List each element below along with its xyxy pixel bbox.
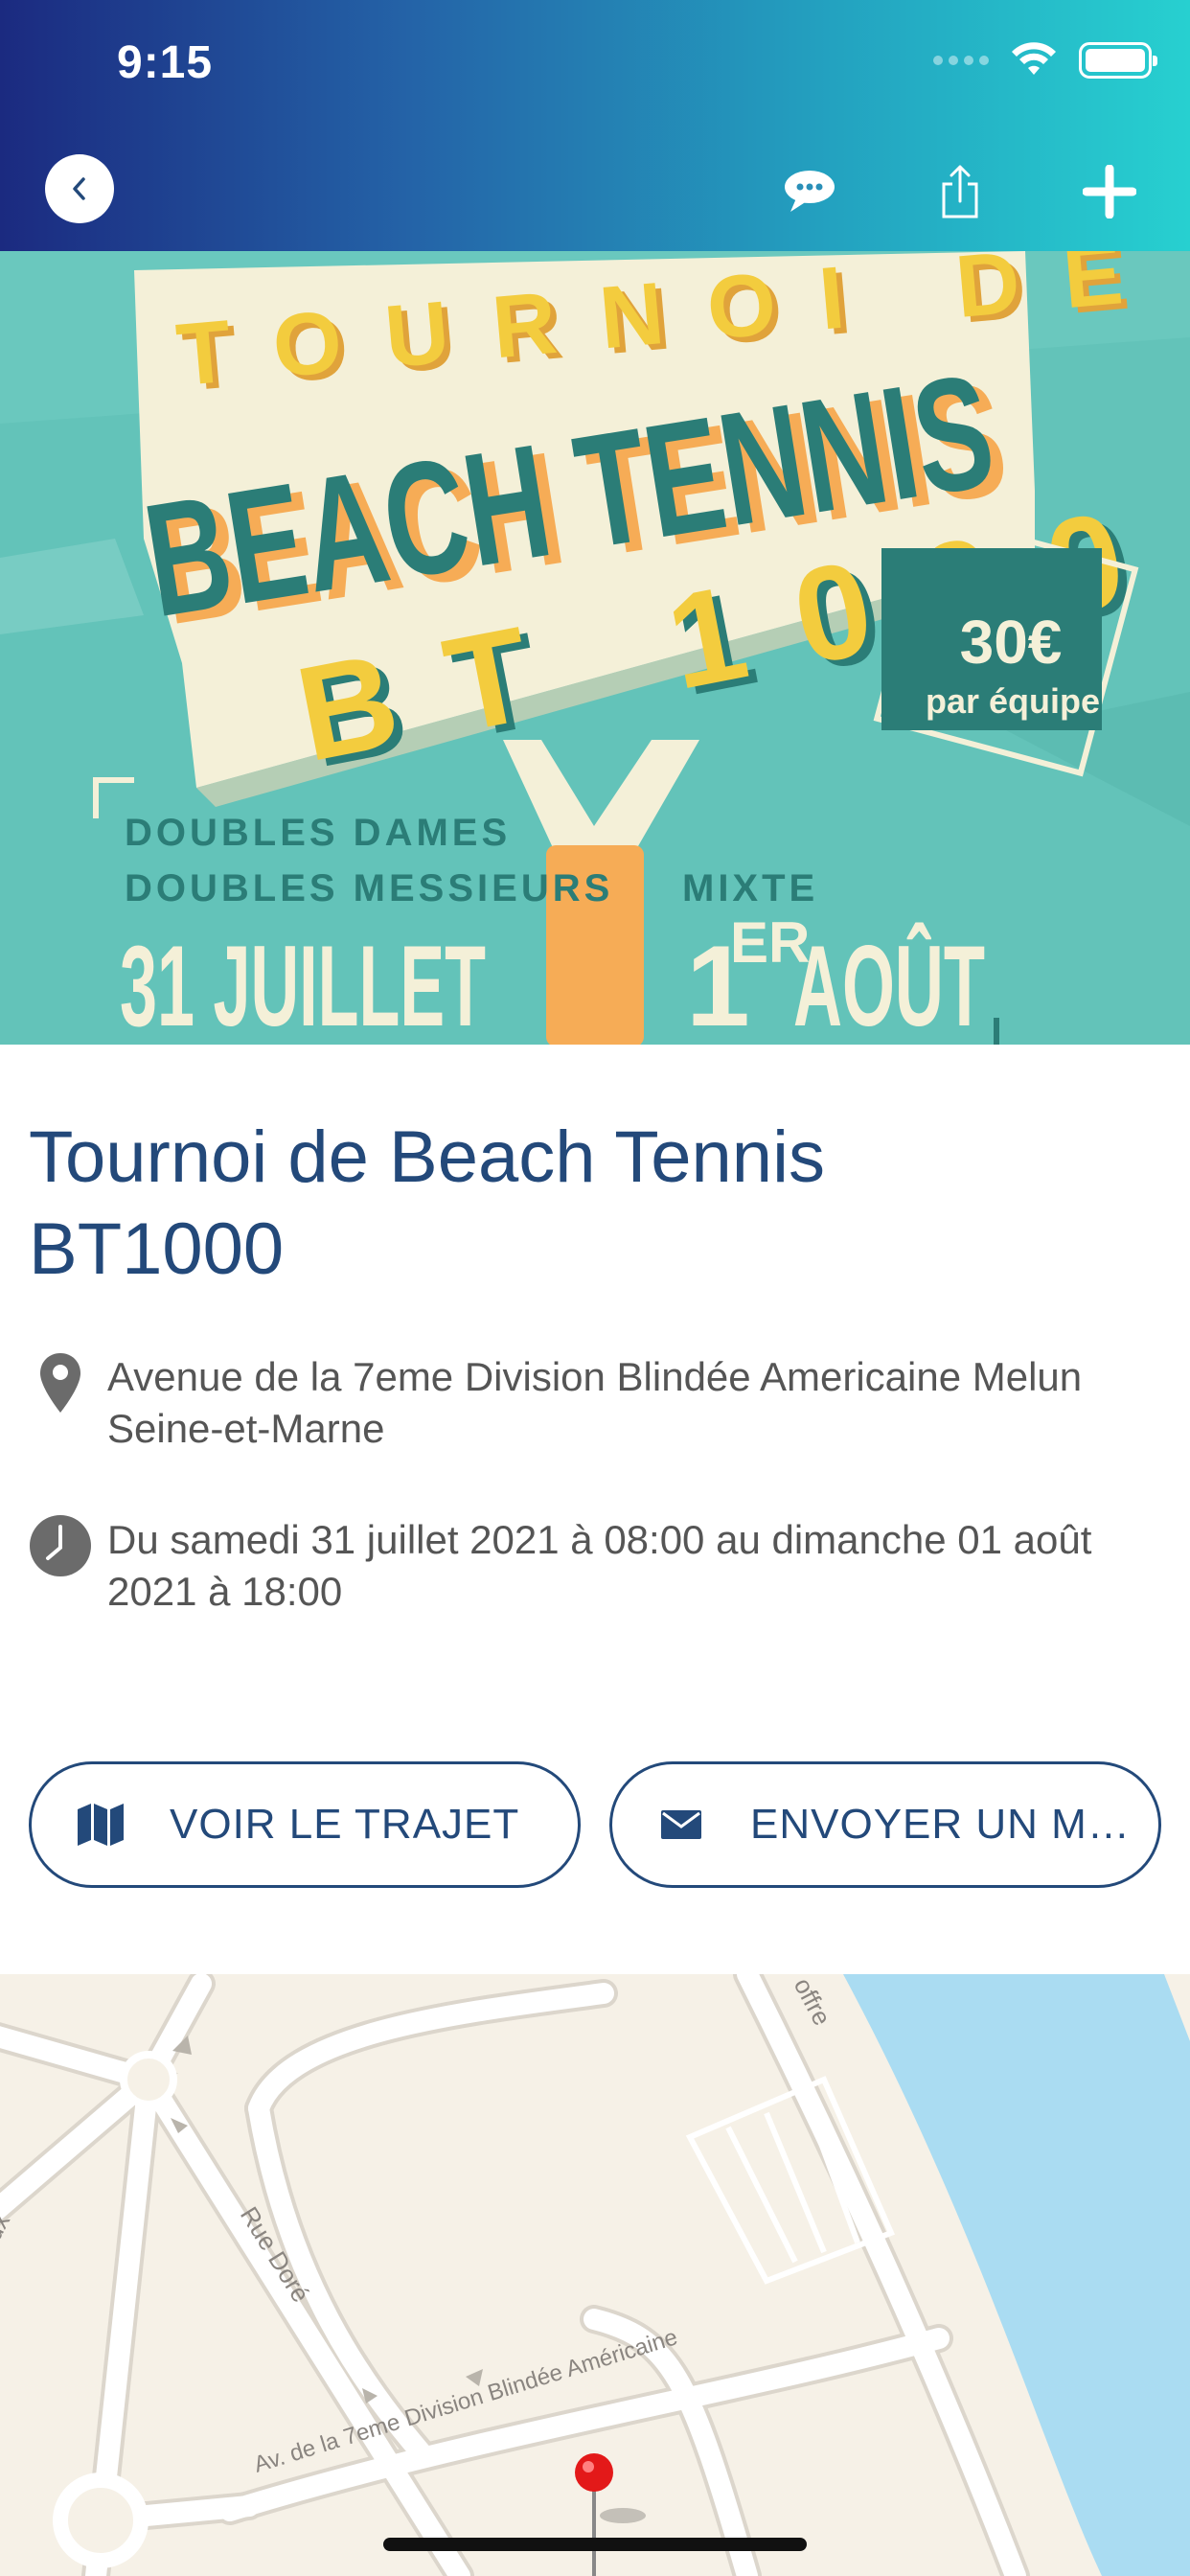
chevron-left-icon — [73, 177, 85, 200]
back-button[interactable] — [45, 154, 114, 223]
send-message-button[interactable]: ENVOYER UN M… — [609, 1761, 1161, 1888]
address-row: Avenue de la 7eme Division Blindée Ameri… — [29, 1351, 1171, 1455]
home-indicator[interactable] — [383, 2538, 807, 2551]
poster-artwork: TOURNOI DE TOURNOI DE BEACH TENNIS BEACH… — [0, 251, 1190, 1045]
map-canvas: Rue Doré Av. de la 7eme Division Blindée… — [0, 1974, 1190, 2576]
wifi-icon — [1012, 42, 1056, 75]
share-icon — [942, 165, 978, 218]
app-header: 9:15 — [0, 0, 1190, 251]
clock-icon — [29, 1514, 92, 1581]
add-button[interactable] — [1071, 153, 1148, 230]
chat-button[interactable] — [771, 153, 848, 230]
battery-icon — [1079, 42, 1157, 79]
poster-category2: DOUBLES MESSIEURS — [125, 867, 613, 909]
status-time: 9:15 — [117, 37, 214, 88]
datetime-row: Du samedi 31 juillet 2021 à 08:00 au dim… — [29, 1514, 1171, 1618]
poster-category3: MIXTE — [682, 867, 818, 909]
map-icon — [74, 1798, 127, 1852]
status-icons — [933, 42, 1157, 79]
plus-icon — [1083, 165, 1136, 218]
send-message-label: ENVOYER UN M… — [750, 1801, 1131, 1848]
poster-date1: 31 JUILLET — [120, 922, 486, 1045]
price-value: 30€ — [960, 608, 1063, 677]
event-poster-image: TOURNOI DE TOURNOI DE BEACH TENNIS BEACH… — [0, 251, 1190, 1045]
location-pin-icon — [29, 1351, 92, 1418]
event-datetime: Du samedi 31 juillet 2021 à 08:00 au dim… — [107, 1517, 1092, 1614]
event-address: Avenue de la 7eme Division Blindée Ameri… — [107, 1354, 1083, 1451]
poster-category1: DOUBLES DAMES — [125, 812, 511, 854]
view-route-label: VOIR LE TRAJET — [170, 1801, 520, 1848]
poster-date2-month: AOÛT — [793, 921, 985, 1045]
price-sub: par équipe — [926, 681, 1100, 721]
chat-bubble-icon — [785, 171, 835, 212]
view-route-button[interactable]: VOIR LE TRAJET — [29, 1761, 581, 1888]
event-title: Tournoi de Beach Tennis BT1000 — [29, 1116, 825, 1290]
envelope-icon — [654, 1798, 708, 1852]
share-button[interactable] — [922, 153, 998, 230]
location-map[interactable]: Rue Doré Av. de la 7eme Division Blindée… — [0, 1974, 1190, 2576]
cellular-signal-icon — [933, 56, 989, 65]
